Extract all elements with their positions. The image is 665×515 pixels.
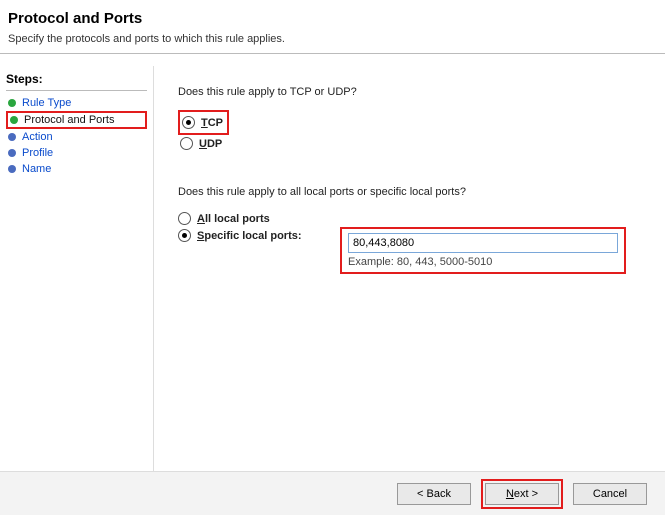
radio-icon[interactable] <box>180 137 193 150</box>
page-subtitle: Specify the protocols and ports to which… <box>8 33 657 45</box>
step-protocol-and-ports: Protocol and Ports <box>6 111 147 129</box>
specific-ports-input[interactable] <box>348 233 618 253</box>
question-protocol: Does this rule apply to TCP or UDP? <box>178 86 641 98</box>
step-link[interactable]: Profile <box>22 147 53 159</box>
step-profile[interactable]: Profile <box>6 145 153 161</box>
radio-icon[interactable] <box>182 116 195 129</box>
header-divider <box>0 53 665 54</box>
option-tcp-highlight: TCP <box>178 110 229 135</box>
back-button[interactable]: < Back <box>397 483 471 505</box>
ports-example: Example: 80, 443, 5000-5010 <box>348 256 618 268</box>
page-title: Protocol and Ports <box>8 10 657 27</box>
bullet-icon <box>8 149 16 157</box>
step-label: Protocol and Ports <box>24 114 115 126</box>
option-specific-row: Specific local ports: Example: 80, 443, … <box>178 227 641 274</box>
question-ports: Does this rule apply to all local ports … <box>178 186 641 198</box>
option-tcp[interactable]: TCP <box>182 114 223 131</box>
option-tcp-label: TCP <box>201 117 223 129</box>
ports-input-highlight: Example: 80, 443, 5000-5010 <box>340 227 626 274</box>
bullet-icon <box>10 116 18 124</box>
bullet-icon <box>8 133 16 141</box>
wizard-body: Steps: Rule Type Protocol and Ports Acti… <box>0 66 665 471</box>
step-link[interactable]: Name <box>22 163 51 175</box>
steps-divider <box>6 90 147 91</box>
option-all-label: All local ports <box>197 213 270 225</box>
steps-heading: Steps: <box>6 72 153 86</box>
option-all-local-ports[interactable]: All local ports <box>178 210 641 227</box>
bullet-icon <box>8 165 16 173</box>
wizard-header: Protocol and Ports Specify the protocols… <box>0 0 665 45</box>
steps-sidebar: Steps: Rule Type Protocol and Ports Acti… <box>0 66 154 471</box>
step-name[interactable]: Name <box>6 161 153 177</box>
option-udp[interactable]: UDP <box>180 135 641 152</box>
step-action[interactable]: Action <box>6 129 153 145</box>
bullet-icon <box>8 99 16 107</box>
wizard-content: Does this rule apply to TCP or UDP? TCP … <box>154 66 665 471</box>
cancel-button[interactable]: Cancel <box>573 483 647 505</box>
option-specific-local-ports[interactable]: Specific local ports: <box>178 227 328 244</box>
option-specific-label: Specific local ports: <box>197 230 302 242</box>
radio-icon[interactable] <box>178 229 191 242</box>
next-button[interactable]: Next > <box>485 483 559 505</box>
step-link[interactable]: Rule Type <box>22 97 71 109</box>
option-udp-label: UDP <box>199 138 222 150</box>
next-button-highlight: Next > <box>481 479 563 509</box>
step-rule-type[interactable]: Rule Type <box>6 95 153 111</box>
wizard-window: Protocol and Ports Specify the protocols… <box>0 0 665 515</box>
step-link[interactable]: Action <box>22 131 53 143</box>
wizard-footer: < Back Next > Cancel <box>0 471 665 515</box>
radio-icon[interactable] <box>178 212 191 225</box>
